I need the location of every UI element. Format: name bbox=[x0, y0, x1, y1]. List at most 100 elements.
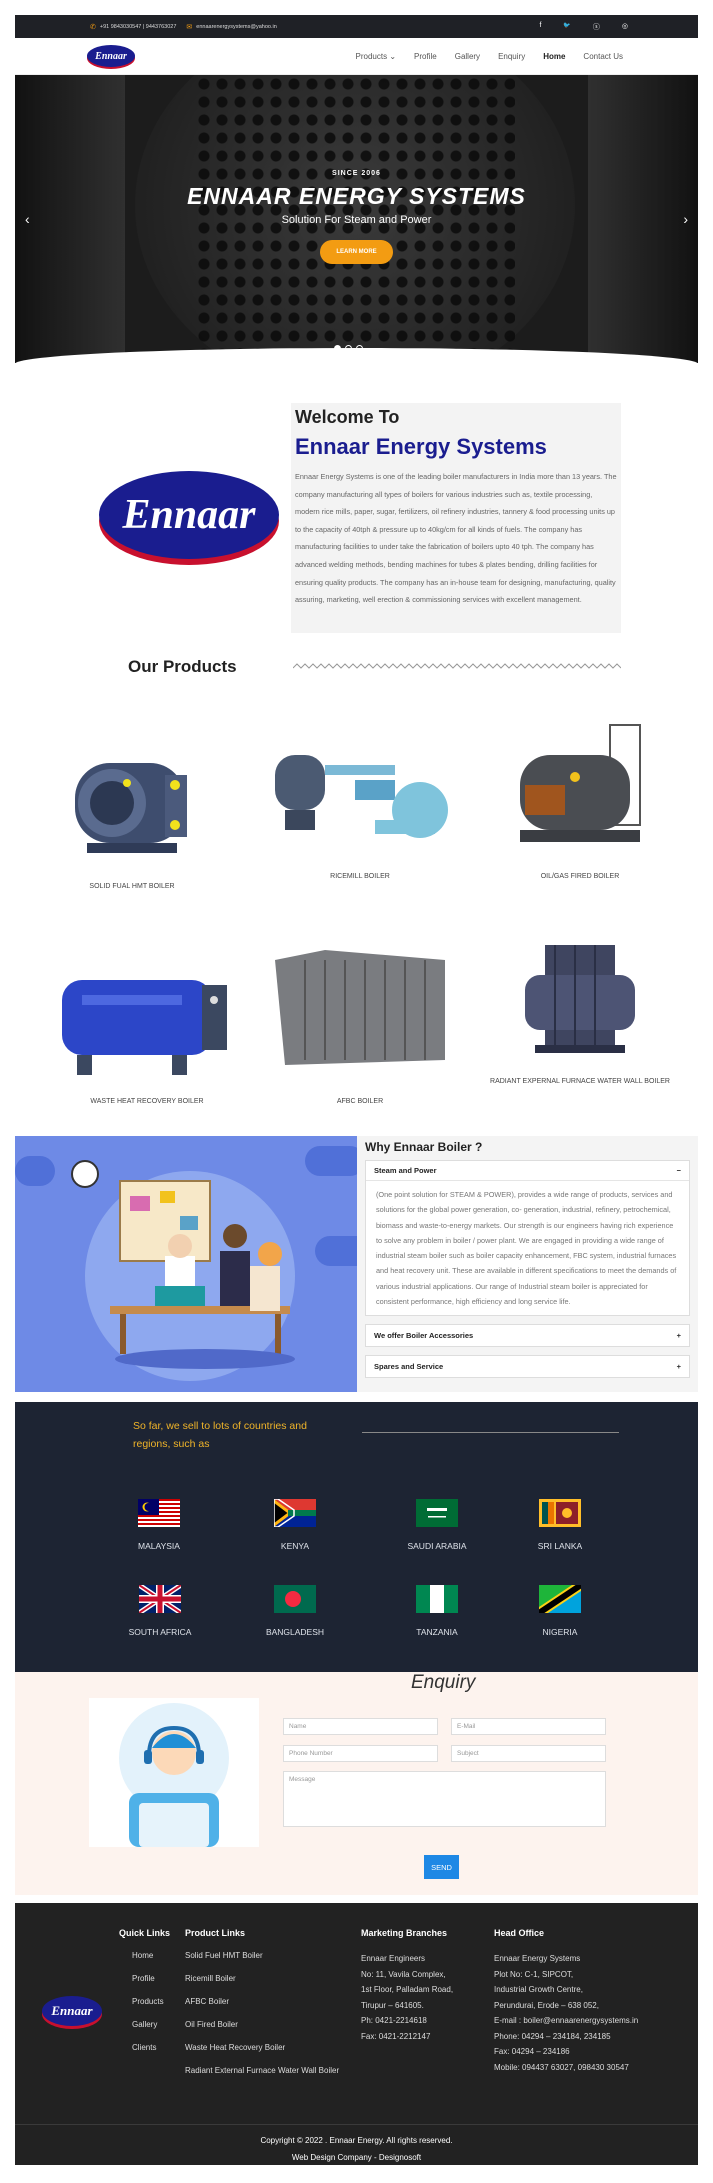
footer-link[interactable]: Waste Heat Recovery Boiler bbox=[185, 2043, 365, 2052]
country-kenya: KENYA bbox=[265, 1499, 325, 1551]
plus-icon: + bbox=[676, 1331, 681, 1341]
country-nigeria: NIGERIA bbox=[530, 1585, 590, 1637]
footer-logo[interactable]: Ennaar bbox=[42, 1996, 102, 2026]
copyright-text: Copyright © 2022 . Ennaar Energy. All ri… bbox=[260, 2136, 453, 2145]
phone-input[interactable]: Phone Number bbox=[283, 1745, 438, 1762]
nav-gallery[interactable]: Gallery bbox=[455, 52, 480, 61]
hero-title: ENNAAR ENERGY SYSTEMS bbox=[187, 183, 526, 209]
saudi-flag-icon bbox=[416, 1499, 458, 1527]
nav-products[interactable]: Products ⌄ bbox=[356, 52, 397, 61]
minus-icon: − bbox=[676, 1166, 681, 1175]
designer-credit[interactable]: Web Design Company - Designosoft bbox=[15, 2149, 698, 2166]
top-email[interactable]: ennaarenergysystems@yahoo.in bbox=[196, 24, 277, 30]
product-title: SOLID FUAL HMT BOILER bbox=[89, 883, 175, 890]
country-sri-lanka: SRI LANKA bbox=[530, 1499, 590, 1551]
footer-link[interactable]: Clients bbox=[132, 2043, 179, 2052]
accordion-spares[interactable]: Spares and Service + bbox=[365, 1355, 690, 1379]
sri-lanka-flag-icon bbox=[539, 1499, 581, 1527]
footer-link[interactable]: Home bbox=[132, 1951, 179, 1960]
twitter-icon[interactable]: 🐦 bbox=[563, 22, 570, 32]
footer-link[interactable]: Radiant External Furnace Water Wall Boil… bbox=[185, 2066, 365, 2075]
welcome-section: Ennaar Welcome To Ennaar Energy Systems … bbox=[15, 403, 698, 633]
zigzag-divider bbox=[293, 663, 621, 669]
product-image bbox=[75, 763, 187, 853]
nigeria-flag-icon bbox=[416, 1585, 458, 1613]
malaysia-flag-icon bbox=[138, 1499, 180, 1527]
main-nav: Ennaar Products ⌄ Profile Gallery Enquir… bbox=[15, 38, 698, 75]
bangladesh-flag-icon bbox=[274, 1585, 316, 1613]
country-malaysia: MALAYSIA bbox=[129, 1499, 189, 1551]
footer-link[interactable]: Products bbox=[132, 1997, 179, 2006]
footer-link[interactable]: AFBC Boiler bbox=[185, 1997, 365, 2006]
head-office: Head Office Ennaar Energy Systems Plot N… bbox=[494, 1928, 639, 2072]
product-image bbox=[62, 980, 227, 1075]
country-tanzania: TANZANIA bbox=[392, 1585, 482, 1637]
enquiry-heading: Enquiry bbox=[411, 1672, 476, 1693]
nav-contact[interactable]: Contact Us bbox=[583, 52, 623, 61]
product-card[interactable]: RADIANT EXPERNAL FURNACE WATER WALL BOIL… bbox=[480, 930, 680, 1085]
hero-since: SINCE 2006 bbox=[332, 170, 381, 177]
product-card[interactable]: OIL/GAS FIRED BOILER bbox=[485, 715, 675, 880]
send-button[interactable]: SEND bbox=[424, 1855, 459, 1879]
countries-section: So far, we sell to lots of countries and… bbox=[15, 1402, 698, 1672]
nav-enquiry[interactable]: Enquiry bbox=[498, 52, 525, 61]
country-saudi-arabia: SAUDI ARABIA bbox=[392, 1499, 482, 1551]
site-logo[interactable]: Ennaar bbox=[87, 45, 135, 67]
product-image bbox=[275, 755, 448, 838]
product-title: OIL/GAS FIRED BOILER bbox=[540, 873, 620, 880]
message-input[interactable]: Message bbox=[283, 1771, 606, 1827]
plus-icon: + bbox=[676, 1362, 681, 1372]
skype-icon[interactable]: ⓢ bbox=[593, 22, 600, 32]
countries-lead: So far, we sell to lots of countries and… bbox=[133, 1420, 307, 1450]
page: ✆ +91 9843030547 | 9443763027 ✉ ennaarener… bbox=[15, 15, 698, 2165]
email-input[interactable]: E-Mail bbox=[451, 1718, 606, 1735]
product-card[interactable]: RICEMILL BOILER bbox=[265, 725, 455, 880]
footer-link[interactable]: Ricemill Boiler bbox=[185, 1974, 365, 1983]
chevron-down-icon: ⌄ bbox=[389, 51, 397, 61]
product-card[interactable]: AFBC BOILER bbox=[265, 940, 455, 1105]
accordion-accessories[interactable]: We offer Boiler Accessories + bbox=[365, 1324, 690, 1348]
subject-input[interactable]: Subject bbox=[451, 1745, 606, 1762]
enquiry-section: Enquiry Name E-Mail Phone Number Subject… bbox=[15, 1672, 698, 1895]
hero-slider: SINCE 2006 ENNAAR ENERGY SYSTEMS Solutio… bbox=[15, 75, 698, 363]
welcome-heading: Welcome To bbox=[295, 407, 400, 427]
learn-more-button[interactable]: LEARN MORE bbox=[320, 240, 393, 264]
accordion-header[interactable]: Steam and Power − bbox=[366, 1161, 689, 1181]
quick-links: Quick Links Home Profile Products Galler… bbox=[119, 1928, 179, 2066]
top-phone[interactable]: +91 9843030547 | 9443763027 bbox=[100, 24, 177, 30]
instagram-icon[interactable]: ◎ bbox=[622, 22, 628, 32]
footer-link[interactable]: Oil Fired Boiler bbox=[185, 2020, 365, 2029]
top-bar: ✆ +91 9843030547 | 9443763027 ✉ ennaarener… bbox=[15, 15, 698, 38]
name-input[interactable]: Name bbox=[283, 1718, 438, 1735]
product-card[interactable]: SOLID FUAL HMT BOILER bbox=[37, 725, 227, 890]
product-title: AFBC BOILER bbox=[336, 1098, 384, 1105]
nav-profile[interactable]: Profile bbox=[414, 52, 437, 61]
hero-subtitle: Solution For Steam and Power bbox=[281, 214, 432, 226]
prev-arrow-icon[interactable]: ‹ bbox=[25, 211, 30, 227]
product-card[interactable]: WASTE HEAT RECOVERY BOILER bbox=[37, 940, 257, 1105]
product-image bbox=[275, 950, 445, 1065]
company-logo: Ennaar bbox=[99, 471, 279, 559]
product-title: RICEMILL BOILER bbox=[330, 873, 390, 880]
accordion-body: (One point solution for STEAM & POWER), … bbox=[376, 1190, 677, 1307]
welcome-paragraph: Ennaar Energy Systems is one of the lead… bbox=[295, 472, 617, 605]
footer-link[interactable]: Gallery bbox=[132, 2020, 179, 2029]
support-illustration bbox=[89, 1698, 259, 1847]
company-name: Ennaar Energy Systems bbox=[295, 434, 547, 459]
tanzania-flag-icon bbox=[539, 1585, 581, 1613]
product-title: RADIANT EXPERNAL FURNACE WATER WALL BOIL… bbox=[490, 1078, 670, 1085]
products-heading: Our Products bbox=[128, 657, 237, 676]
why-heading: Why Ennaar Boiler ? bbox=[365, 1140, 483, 1154]
why-section: Why Ennaar Boiler ? Steam and Power − (On… bbox=[15, 1136, 698, 1392]
footer-link[interactable]: Solid Fuel HMT Boiler bbox=[185, 1951, 365, 1960]
product-image bbox=[525, 945, 635, 1053]
nav-home[interactable]: Home bbox=[543, 52, 565, 61]
product-links: Product Links Solid Fuel HMT Boiler Rice… bbox=[185, 1928, 365, 2089]
phone-icon: ✆ bbox=[90, 23, 96, 31]
footer-link[interactable]: Profile bbox=[132, 1974, 179, 1983]
facebook-icon[interactable]: f bbox=[539, 22, 541, 32]
why-illustration bbox=[15, 1136, 357, 1392]
accordion-steam-power: Steam and Power − (One point solution for… bbox=[365, 1160, 690, 1317]
next-arrow-icon[interactable]: › bbox=[683, 211, 688, 227]
south-africa-flag-icon bbox=[274, 1499, 316, 1527]
